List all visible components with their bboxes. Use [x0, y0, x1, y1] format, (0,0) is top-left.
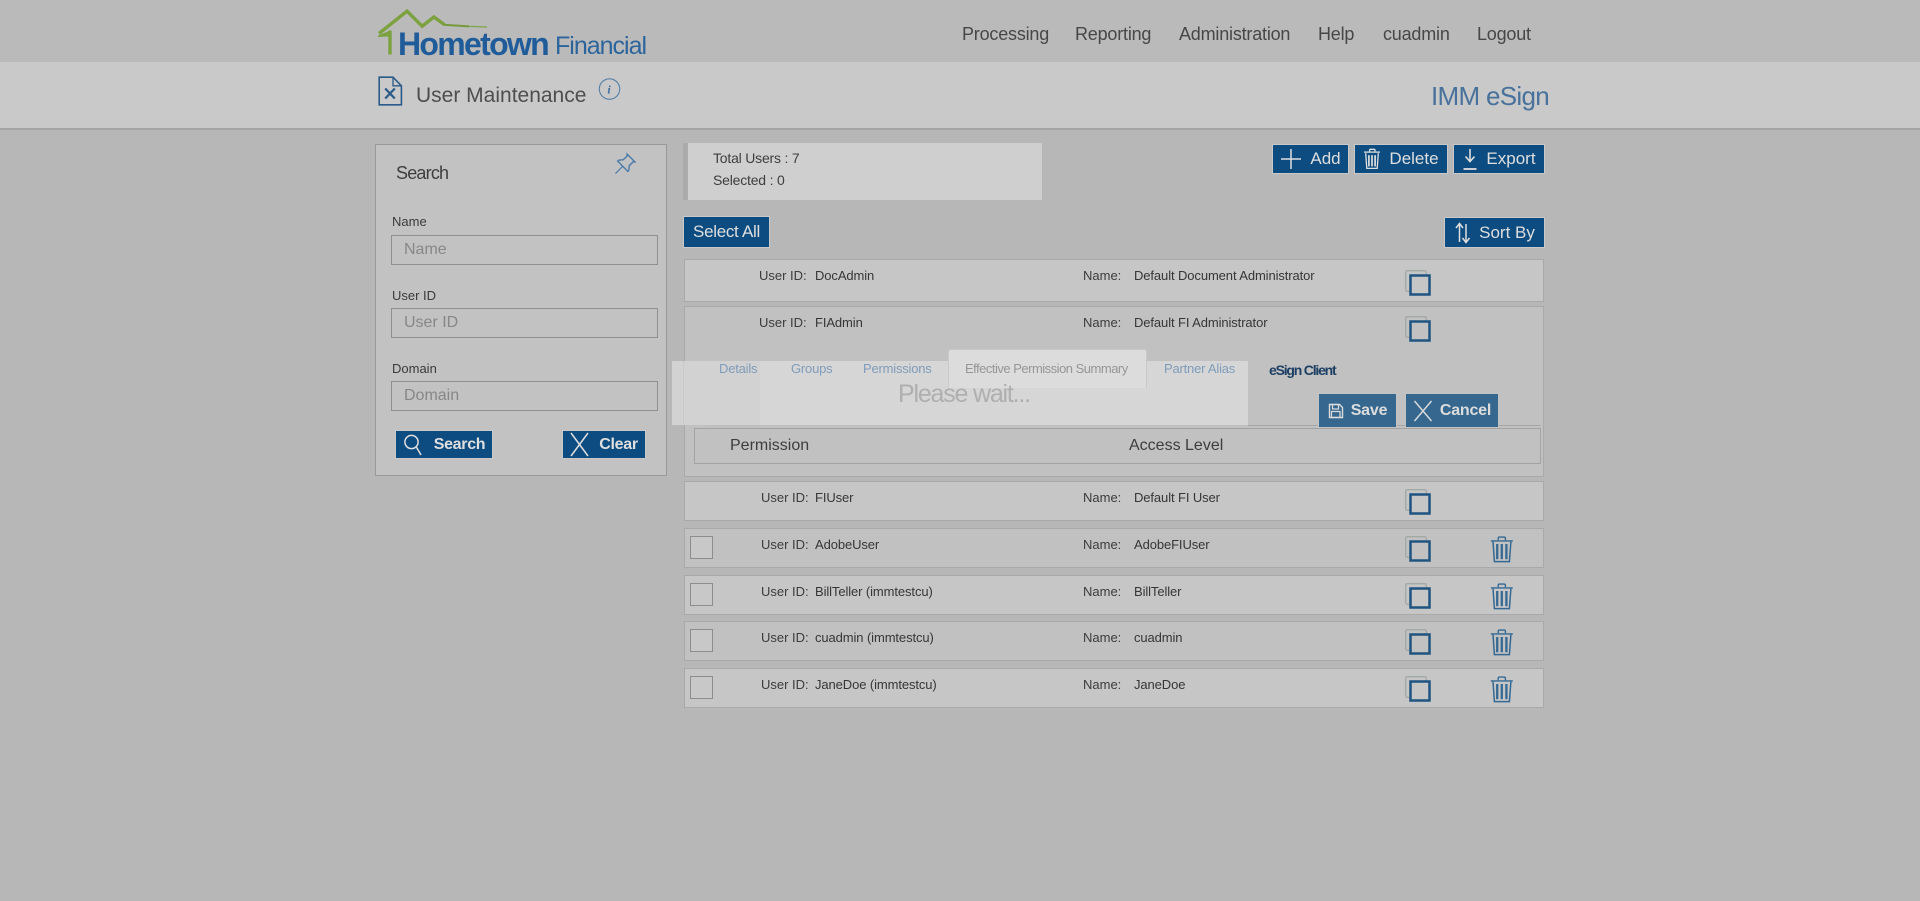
svg-text:i: i — [607, 83, 611, 97]
